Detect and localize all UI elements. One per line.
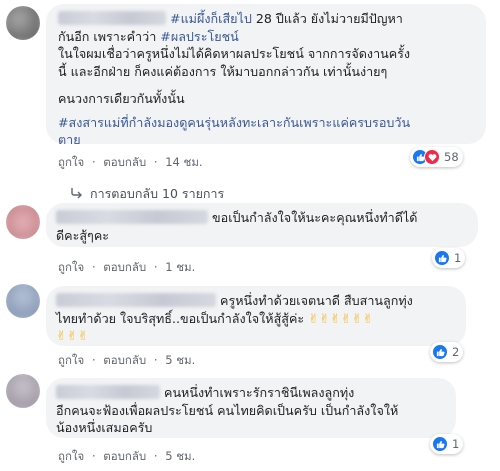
hashtag-link[interactable]: ตาย [58, 131, 474, 149]
comment-bubble: ขอเป็นกำลังใจให้นะคะคุณหนึ่งทำดีได้ ดีคะ… [46, 203, 478, 247]
commenter-name[interactable] [56, 293, 216, 307]
comment-text: อีกคนจะฟ้องเพื่อผลประโยชน์ คนไทยคิดเป็นค… [56, 402, 399, 418]
reaction-count: 1 [452, 437, 460, 451]
view-replies-link[interactable]: การตอบกลับ 10 รายการ [70, 184, 224, 204]
timestamp[interactable]: 5 ชม. [165, 449, 195, 463]
reply-arrow-icon [70, 187, 82, 202]
comment-bubble: คนหนึ่งทำเพราะรักราชินีเพลงลูกทุ่ง อีกคน… [46, 378, 456, 438]
victory-hand-icon: ✌✌✌✌✌✌ [308, 311, 374, 327]
like-link[interactable]: ถูกใจ [58, 155, 84, 169]
comment-actions: ถูกใจ · ตอบกลับ · 5 ชม. [58, 448, 199, 466]
like-icon [434, 250, 450, 266]
separator: · [91, 155, 96, 169]
commenter-name[interactable] [56, 385, 160, 399]
reaction-summary[interactable]: 58 [410, 147, 463, 167]
avatar[interactable] [6, 374, 40, 408]
comment-actions: ถูกใจ · ตอบกลับ · 1 ชม. [58, 259, 199, 277]
reaction-count: 1 [454, 251, 462, 265]
like-icon [432, 436, 448, 452]
timestamp[interactable]: 1 ชม. [165, 260, 195, 274]
comment-bubble: #แม่ผึ้งก็เสียไป 28 ปีแล้ว ยังไม่วายมีปั… [46, 4, 486, 147]
avatar[interactable] [6, 6, 40, 40]
reply-link[interactable]: ตอบกลับ [103, 260, 146, 274]
comment-text: ครูหนึ่งทำด้วยเจตนาดี สืบสานลูกทุ่ง [220, 293, 413, 308]
reaction-count: 2 [452, 345, 460, 359]
avatar[interactable] [6, 284, 40, 318]
comment-text: ไทยทำด้วย ใจบริสุทธิ์..ขอเป็นกำลังใจให้ส… [56, 310, 305, 326]
love-icon [424, 149, 440, 165]
timestamp[interactable]: 5 ชม. [165, 353, 195, 367]
comment-text: ในใจผมเชื่อว่าครูหนึ่งไม่ได้คิดหาผลประโย… [58, 46, 411, 61]
hashtag-link[interactable]: #ผลประโยชน์ [160, 29, 238, 44]
reaction-count: 58 [444, 150, 459, 164]
victory-hand-icon: ✌✌✌ [56, 329, 89, 344]
replies-label[interactable]: การตอบกลับ 10 รายการ [90, 184, 224, 204]
comment-actions: ถูกใจ · ตอบกลับ · 14 ชม. [58, 154, 207, 172]
like-link[interactable]: ถูกใจ [58, 260, 84, 274]
separator: · [153, 260, 158, 274]
reply-link[interactable]: ตอบกลับ [103, 353, 146, 367]
separator: · [153, 155, 158, 169]
hashtag-link[interactable]: #แม่ผึ้งก็เสียไป [170, 11, 252, 26]
comment-text: คนหนึ่งทำเพราะรักราชินีเพลงลูกทุ่ง [164, 385, 355, 400]
commenter-name[interactable] [58, 11, 166, 25]
comment-text: กันอีก เพราะคำว่า [58, 28, 161, 44]
separator: · [91, 260, 96, 274]
comment-text: คนวงการเดียวกันทั้งนั้น [58, 91, 185, 106]
separator: · [91, 449, 96, 463]
separator: · [91, 353, 96, 367]
reply-link[interactable]: ตอบกลับ [103, 449, 146, 463]
commenter-name[interactable] [56, 210, 208, 224]
comment-text: ดีคะสู้ๆคะ [56, 227, 110, 243]
like-link[interactable]: ถูกใจ [58, 449, 84, 463]
reaction-summary[interactable]: 1 [430, 434, 464, 454]
hashtag-link[interactable]: #สงสารแม่ที่กำลังมองดูคนรุ่นหลังทะเลาะกั… [58, 114, 474, 132]
comment-actions: ถูกใจ · ตอบกลับ · 5 ชม. [58, 352, 199, 370]
avatar[interactable] [6, 205, 40, 239]
reply-link[interactable]: ตอบกลับ [103, 155, 146, 169]
separator: · [153, 449, 158, 463]
comment-bubble: ครูหนึ่งทำด้วยเจตนาดี สืบสานลูกทุ่ง ไทยท… [46, 286, 466, 346]
comment-text: ขอเป็นกำลังใจให้นะคะคุณหนึ่งทำดีได้ [212, 210, 418, 225]
timestamp[interactable]: 14 ชม. [165, 155, 202, 169]
like-icon [432, 344, 448, 360]
comment-text: น้องหนึ่งเสมอครับ [56, 420, 153, 435]
reaction-summary[interactable]: 1 [432, 248, 466, 268]
separator: · [153, 353, 158, 367]
reaction-summary[interactable]: 2 [430, 342, 464, 362]
comment-text: นี้ และอีกฝ่าย ก็คงแค่ต้องการ ให้มาบอกกล… [58, 63, 388, 79]
comment-text: 28 ปีแล้ว ยังไม่วายมีปัญหา [251, 11, 403, 26]
like-link[interactable]: ถูกใจ [58, 353, 84, 367]
